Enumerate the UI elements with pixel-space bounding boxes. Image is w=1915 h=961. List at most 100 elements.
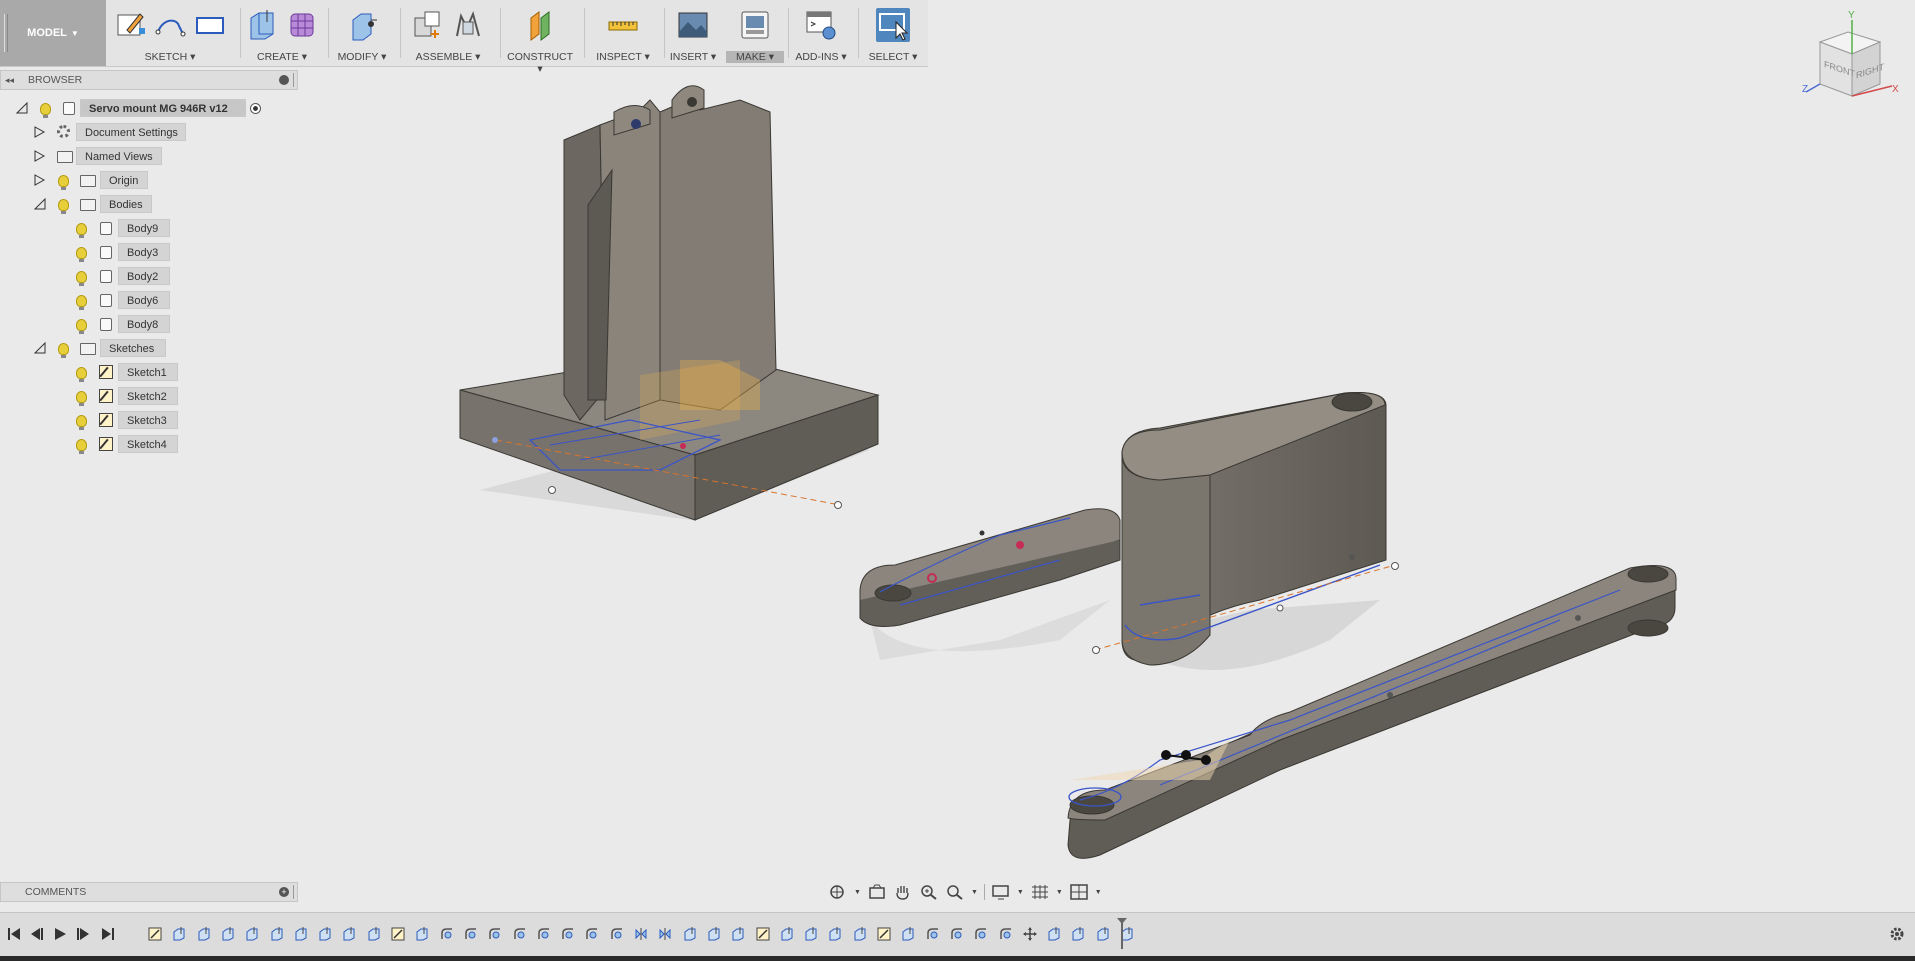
chevron-down-icon[interactable]: ▼ <box>1056 889 1063 896</box>
grid-icon[interactable] <box>1030 883 1050 901</box>
timeline-settings-gear-icon[interactable] <box>1888 925 1906 943</box>
body-label[interactable]: Body2 <box>118 267 170 285</box>
visibility-bulb-icon[interactable] <box>58 175 69 190</box>
look-at-icon[interactable] <box>867 883 887 901</box>
timeline-fillet-icon[interactable] <box>464 927 478 941</box>
named-views-label[interactable]: Named Views <box>76 147 162 165</box>
step-forward-icon[interactable] <box>76 926 92 942</box>
timeline-fillet-icon[interactable] <box>488 927 502 941</box>
timeline-extrude-icon[interactable] <box>294 927 308 941</box>
origin-label[interactable]: Origin <box>100 171 148 189</box>
timeline-extrude-icon[interactable] <box>707 927 721 941</box>
sketch-label[interactable]: Sketch3 <box>118 411 178 429</box>
sketch-label[interactable]: Sketch1 <box>118 363 178 381</box>
timeline-sketch-icon[interactable] <box>391 927 405 941</box>
viewports-icon[interactable] <box>1069 883 1089 901</box>
timeline-fillet-icon[interactable] <box>585 927 599 941</box>
panel-grip-icon[interactable] <box>293 885 294 899</box>
document-settings-label[interactable]: Document Settings <box>76 123 186 141</box>
visibility-bulb-icon[interactable] <box>76 247 87 262</box>
timeline-fillet-icon[interactable] <box>610 927 624 941</box>
timeline-sketch-icon[interactable] <box>756 927 770 941</box>
visibility-bulb-icon[interactable] <box>40 103 51 118</box>
expanded-triangle-icon[interactable] <box>16 102 28 114</box>
expanded-triangle-icon[interactable] <box>34 342 46 354</box>
body-label[interactable]: Body3 <box>118 243 170 261</box>
sketch-label[interactable]: Sketch2 <box>118 387 178 405</box>
timeline-extrude-icon[interactable] <box>197 927 211 941</box>
add-comment-icon[interactable]: + <box>279 887 289 897</box>
timeline-fillet-icon[interactable] <box>537 927 551 941</box>
visibility-bulb-icon[interactable] <box>58 199 69 214</box>
timeline-extrude-icon[interactable] <box>901 927 915 941</box>
collapsed-triangle-icon[interactable] <box>34 126 46 138</box>
timeline-sketch-icon[interactable] <box>877 927 891 941</box>
timeline-extrude-icon[interactable] <box>780 927 794 941</box>
timeline-extrude-icon[interactable] <box>221 927 235 941</box>
timeline-extrude-icon[interactable] <box>342 927 356 941</box>
chevron-down-icon[interactable]: ▼ <box>971 889 978 896</box>
viewcube[interactable]: FRONT RIGHT Y X Z <box>1800 10 1900 104</box>
comments-panel-header[interactable]: COMMENTS + <box>0 882 298 902</box>
timeline-extrude-icon[interactable] <box>415 927 429 941</box>
visibility-bulb-icon[interactable] <box>76 439 87 454</box>
visibility-bulb-icon[interactable] <box>76 391 87 406</box>
timeline-extrude-icon[interactable] <box>853 927 867 941</box>
timeline-extrude-icon[interactable] <box>1047 927 1061 941</box>
activate-radio-icon[interactable] <box>250 103 261 114</box>
timeline-extrude-icon[interactable] <box>172 927 186 941</box>
visibility-bulb-icon[interactable] <box>76 367 87 382</box>
timeline-extrude-icon[interactable] <box>318 927 332 941</box>
timeline-extrude-icon[interactable] <box>1096 927 1110 941</box>
timeline-extrude-icon[interactable] <box>1071 927 1085 941</box>
bodies-label[interactable]: Bodies <box>100 195 152 213</box>
minimize-icon[interactable] <box>279 75 289 85</box>
go-to-end-icon[interactable] <box>100 926 116 942</box>
timeline-fillet-icon[interactable] <box>974 927 988 941</box>
timeline-fillet-icon[interactable] <box>513 927 527 941</box>
chevron-down-icon[interactable]: ▼ <box>1095 889 1102 896</box>
center-block-body[interactable] <box>1092 392 1399 671</box>
step-back-icon[interactable] <box>28 926 44 942</box>
display-settings-icon[interactable] <box>991 883 1011 901</box>
root-label[interactable]: Servo mount MG 946R v12 <box>80 99 246 117</box>
play-icon[interactable] <box>52 926 68 942</box>
visibility-bulb-icon[interactable] <box>76 271 87 286</box>
zoom-icon[interactable] <box>919 883 939 901</box>
timeline-extrude-icon[interactable] <box>245 927 259 941</box>
timeline-mirror-icon[interactable] <box>658 927 672 941</box>
panel-grip-icon[interactable] <box>293 73 294 87</box>
timeline-mirror-icon[interactable] <box>634 927 648 941</box>
visibility-bulb-icon[interactable] <box>76 223 87 238</box>
collapse-panel-icon[interactable]: ◂◂ <box>5 71 14 89</box>
pan-icon[interactable] <box>893 883 913 901</box>
browser-panel-header[interactable]: ◂◂ BROWSER <box>0 70 298 90</box>
collapsed-triangle-icon[interactable] <box>34 174 46 186</box>
expanded-triangle-icon[interactable] <box>34 198 46 210</box>
timeline-extrude-icon[interactable] <box>367 927 381 941</box>
timeline-extrude-icon[interactable] <box>731 927 745 941</box>
chevron-down-icon[interactable]: ▼ <box>854 889 861 896</box>
timeline-extrude-icon[interactable] <box>683 927 697 941</box>
timeline-marker-icon[interactable] <box>1116 917 1128 951</box>
sketches-label[interactable]: Sketches <box>100 339 166 357</box>
visibility-bulb-icon[interactable] <box>76 295 87 310</box>
body-label[interactable]: Body9 <box>118 219 170 237</box>
timeline-fillet-icon[interactable] <box>440 927 454 941</box>
sketch-label[interactable]: Sketch4 <box>118 435 178 453</box>
body-label[interactable]: Body6 <box>118 291 170 309</box>
visibility-bulb-icon[interactable] <box>76 319 87 334</box>
timeline-fillet-icon[interactable] <box>561 927 575 941</box>
timeline-fillet-icon[interactable] <box>926 927 940 941</box>
body-label[interactable]: Body8 <box>118 315 170 333</box>
visibility-bulb-icon[interactable] <box>58 343 69 358</box>
timeline-fillet-icon[interactable] <box>950 927 964 941</box>
fit-icon[interactable] <box>945 883 965 901</box>
timeline-move-icon[interactable] <box>1022 927 1037 941</box>
timeline-extrude-icon[interactable] <box>804 927 818 941</box>
horn-arm-body[interactable] <box>859 508 1121 660</box>
timeline-extrude-icon[interactable] <box>270 927 284 941</box>
chevron-down-icon[interactable]: ▼ <box>1017 889 1024 896</box>
go-to-start-icon[interactable] <box>6 926 22 942</box>
visibility-bulb-icon[interactable] <box>76 415 87 430</box>
